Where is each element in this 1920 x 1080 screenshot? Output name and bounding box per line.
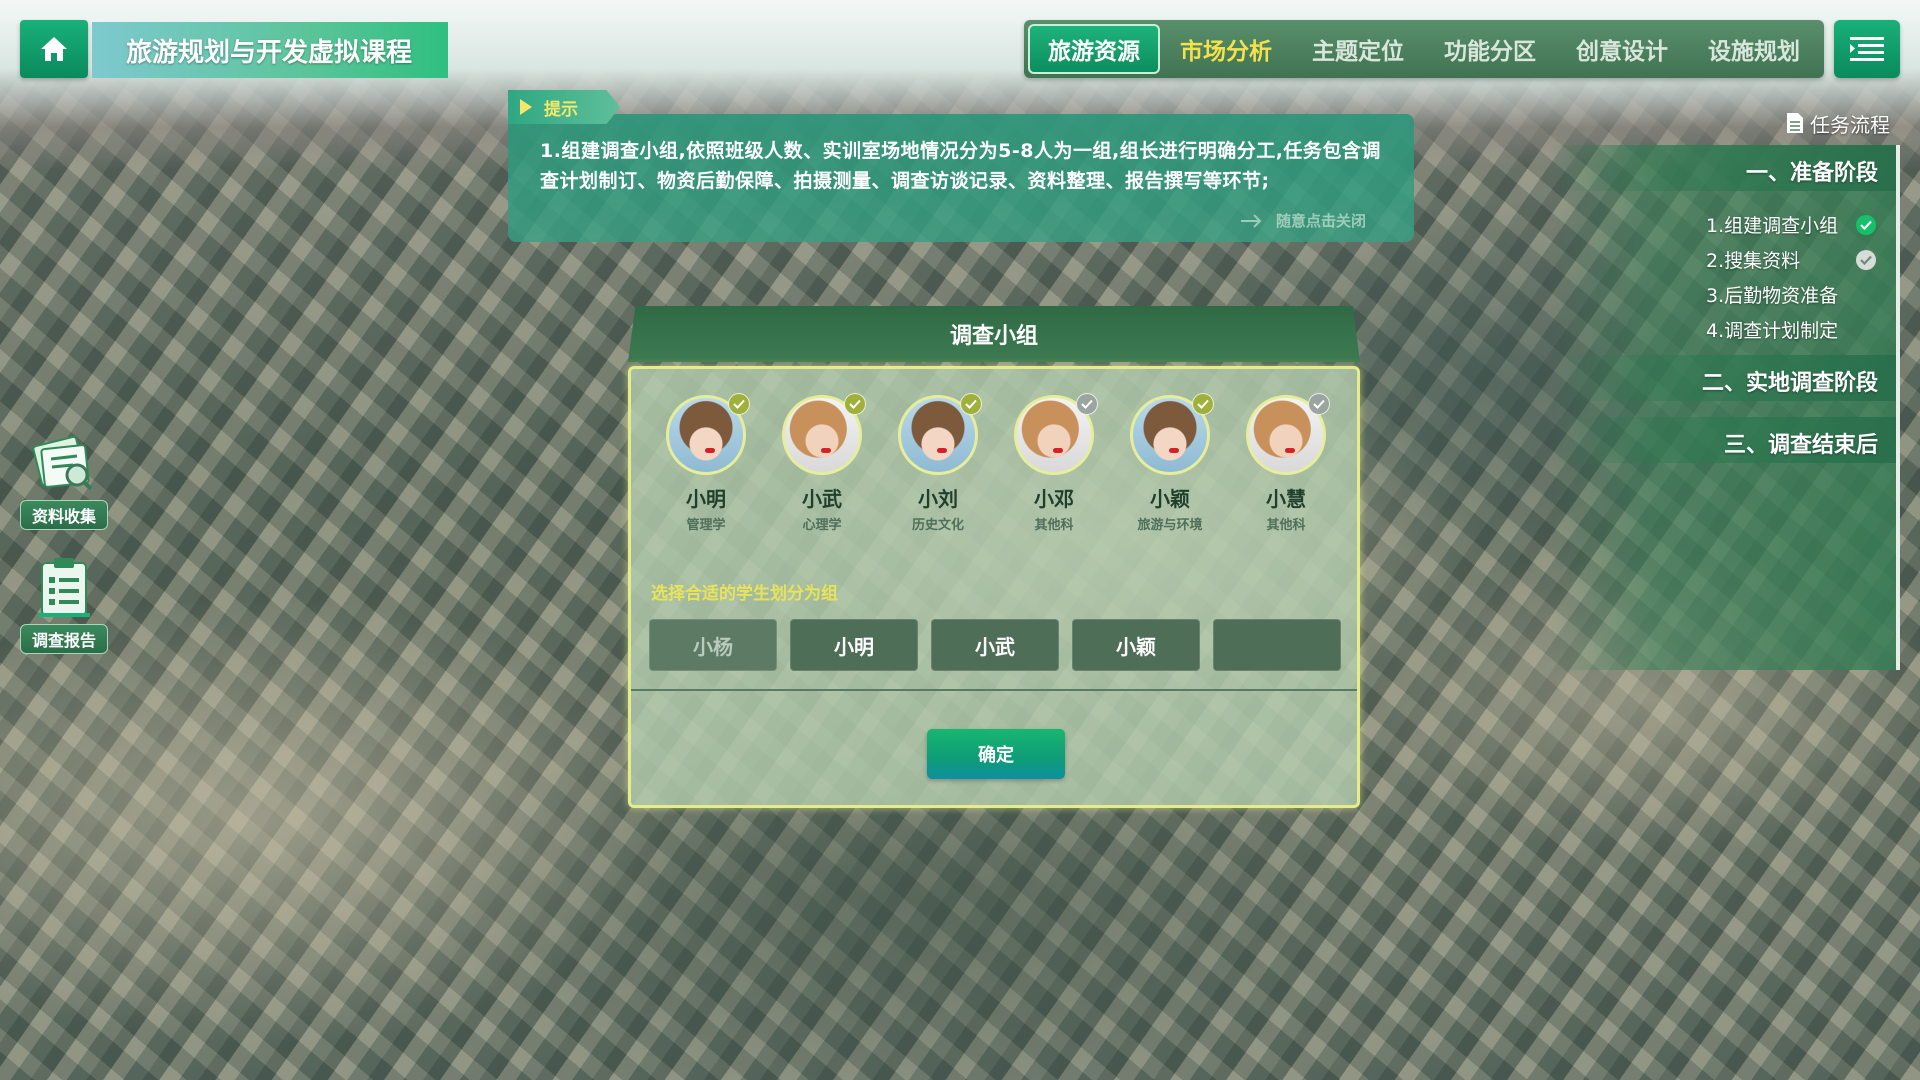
group-slot[interactable]: 小杨 (649, 619, 777, 671)
hint-close-label: 随意点击关闭 (1276, 212, 1367, 230)
task-flow-title: 任务流程 (1810, 112, 1890, 137)
home-button[interactable] (20, 20, 88, 78)
student-list: 小明 管理学 小武 心理学 小刘 历史文化 小邓 其他科 小颖 旅游与环境 小慧… (651, 393, 1341, 533)
tab-market-analysis[interactable]: 市场分析 (1160, 24, 1292, 74)
menu-button[interactable] (1834, 20, 1900, 78)
student-card[interactable]: 小明 管理学 (651, 393, 761, 533)
hint-tag-label: 提示 (544, 99, 578, 120)
step-2[interactable]: 2.搜集资料 (1706, 246, 1876, 273)
hint-arrow-icon (520, 99, 532, 115)
notebook-magnifier-icon (29, 428, 99, 498)
hint-text: 1.组建调查小组,依照班级人数、实训室场地情况分为5-8人为一组,组长进行明确分… (540, 140, 1381, 192)
tab-functional-zoning[interactable]: 功能分区 (1424, 24, 1556, 74)
step-3-label: 3.后勤物资准备 (1706, 285, 1839, 307)
student-name: 小刘 (918, 487, 958, 511)
survey-group-modal: 小明 管理学 小武 心理学 小刘 历史文化 小邓 其他科 小颖 旅游与环境 小慧… (628, 366, 1360, 808)
student-major: 心理学 (802, 518, 842, 533)
check-badge-icon (960, 393, 982, 415)
student-name: 小武 (802, 487, 842, 511)
student-card[interactable]: 小慧 其他科 (1231, 393, 1341, 533)
tab-facility-planning[interactable]: 设施规划 (1688, 24, 1820, 74)
step-2-label: 2.搜集资料 (1706, 250, 1801, 272)
tool-data-collection[interactable]: 资料收集 (18, 428, 110, 530)
group-slot[interactable]: 小明 (790, 619, 918, 671)
modal-divider (631, 689, 1357, 691)
home-icon (41, 37, 67, 61)
modal-title: 调查小组 (628, 306, 1360, 362)
group-slot[interactable] (1213, 619, 1341, 671)
step-3[interactable]: 3.后勤物资准备 (1706, 281, 1876, 308)
step-4[interactable]: 4.调查计划制定 (1706, 316, 1876, 343)
student-major: 其他科 (1034, 518, 1074, 533)
student-name: 小邓 (1034, 487, 1074, 511)
step-1-label: 1.组建调查小组 (1706, 215, 1839, 237)
confirm-button[interactable]: 确定 (927, 729, 1065, 779)
group-slot[interactable]: 小颖 (1072, 619, 1200, 671)
student-major: 历史文化 (911, 518, 964, 533)
hint-tag: 提示 (508, 90, 620, 124)
tool-survey-report-label: 调查报告 (20, 624, 108, 654)
select-instruction: 选择合适的学生划分为组 (651, 584, 838, 604)
task-flow-header[interactable]: 任务流程 (1786, 108, 1906, 138)
student-card[interactable]: 小颖 旅游与环境 (1115, 393, 1225, 533)
tool-data-collection-label: 资料收集 (20, 500, 108, 530)
step-1[interactable]: 1.组建调查小组 (1706, 211, 1876, 238)
student-card[interactable]: 小刘 历史文化 (883, 393, 993, 533)
student-major: 旅游与环境 (1137, 518, 1203, 533)
tab-creative-design[interactable]: 创意设计 (1556, 24, 1688, 74)
student-card[interactable]: 小武 心理学 (767, 393, 877, 533)
tab-theme-positioning[interactable]: 主题定位 (1292, 24, 1424, 74)
group-slots: 小杨 小明 小武 小颖 (649, 619, 1341, 671)
tool-survey-report[interactable]: 调查报告 (18, 552, 110, 654)
hint-close[interactable]: 随意点击关闭 (1240, 210, 1366, 231)
student-name: 小颖 (1150, 487, 1190, 511)
check-badge-icon (844, 393, 866, 415)
check-badge-icon (1308, 393, 1330, 415)
menu-list-icon (1850, 37, 1884, 61)
student-card[interactable]: 小邓 其他科 (999, 393, 1109, 533)
check-badge-icon (1192, 393, 1214, 415)
stage-field-survey[interactable]: 二、实地调查阶段 (1702, 365, 1878, 397)
stage-prepare[interactable]: 一、准备阶段 (1746, 155, 1878, 187)
student-major: 管理学 (686, 518, 726, 533)
clipboard-list-icon (29, 552, 99, 622)
document-icon (1787, 113, 1803, 133)
stage-after-survey[interactable]: 三、调查结束后 (1724, 427, 1878, 459)
arrow-right-icon (1241, 213, 1262, 228)
check-badge-icon (1076, 393, 1098, 415)
app-title: 旅游规划与开发虚拟课程 (92, 22, 448, 78)
check-badge-icon (728, 393, 750, 415)
check-grey-icon (1856, 249, 1876, 270)
group-slot[interactable]: 小武 (931, 619, 1059, 671)
tab-tourism-resources[interactable]: 旅游资源 (1028, 24, 1160, 74)
main-nav: 旅游资源 市场分析 主题定位 功能分区 创意设计 设施规划 (1024, 20, 1824, 78)
step-4-label: 4.调查计划制定 (1706, 320, 1839, 342)
task-flow-panel: 一、准备阶段 1.组建调查小组 2.搜集资料 3.后勤物资准备 4.调查计划制定… (1550, 145, 1900, 670)
student-name: 小慧 (1266, 487, 1306, 511)
check-green-icon (1856, 214, 1876, 235)
student-major: 其他科 (1266, 518, 1306, 533)
student-name: 小明 (686, 487, 726, 511)
